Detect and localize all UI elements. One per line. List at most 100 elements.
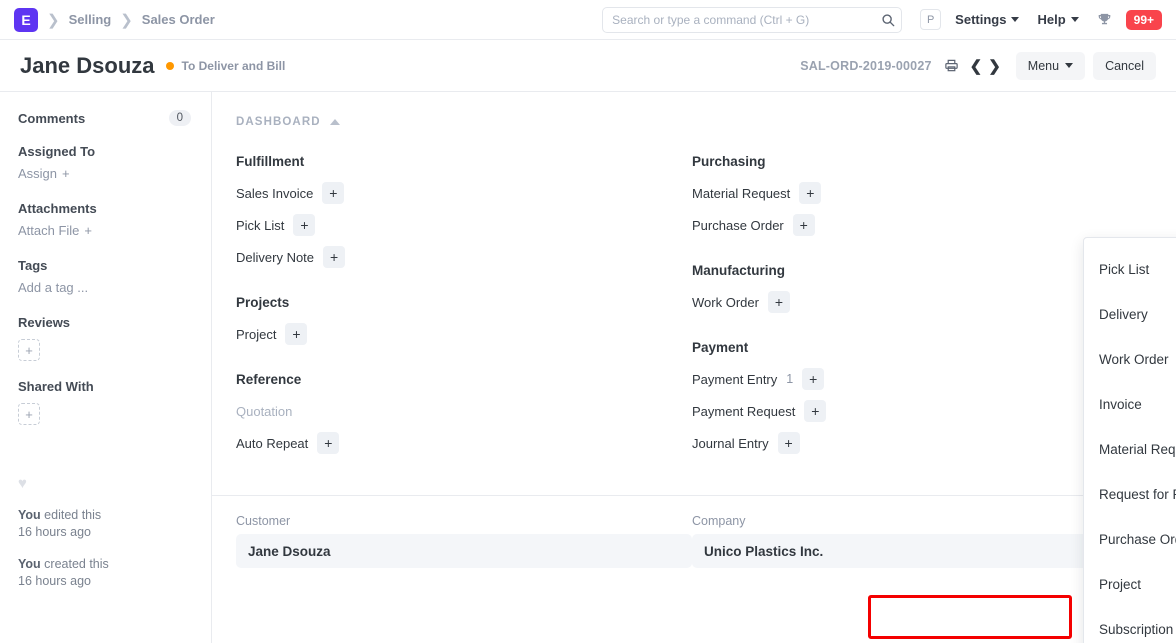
shared-with-label: Shared With bbox=[18, 379, 94, 394]
add-new-button[interactable]: + bbox=[322, 182, 345, 204]
previous-document-button[interactable]: ❮ bbox=[967, 57, 986, 75]
dashboard-link-row: Journal Entry + bbox=[692, 427, 1148, 459]
add-review-button[interactable]: + bbox=[18, 339, 40, 361]
add-new-button[interactable]: + bbox=[799, 182, 822, 204]
create-dropdown-menu: Pick List Delivery Work Order Invoice Materi… bbox=[1083, 237, 1176, 643]
sidebar: Comments 0 Assigned To Assign + Attachme… bbox=[0, 92, 212, 643]
dashboard-columns: Fulfillment Sales Invoice + Pick List + Deliv… bbox=[236, 154, 1152, 481]
dashboard-link[interactable]: Project bbox=[236, 327, 276, 342]
app-logo[interactable]: E bbox=[14, 7, 38, 32]
help-label: Help bbox=[1037, 12, 1066, 27]
create-menu-item[interactable]: Work Order bbox=[1084, 337, 1176, 382]
dashboard-group: Payment Payment Entry 1 + Payment Request + Jo… bbox=[692, 340, 1148, 459]
dashboard-link-row: Payment Request + bbox=[692, 395, 1148, 427]
company-value[interactable]: Unico Plastics Inc. bbox=[692, 534, 1148, 568]
dashboard-group-title: Payment bbox=[692, 340, 749, 355]
activity-actor: You bbox=[18, 557, 41, 571]
create-menu-item[interactable]: Invoice bbox=[1084, 382, 1176, 427]
search-icon[interactable] bbox=[881, 13, 895, 27]
chevron-down-icon bbox=[1011, 17, 1020, 22]
dashboard-group-title: Fulfillment bbox=[236, 154, 305, 169]
dashboard-link-row: Sales Invoice + bbox=[236, 177, 692, 209]
dashboard-title: DASHBOARD bbox=[236, 116, 321, 128]
chevron-down-icon bbox=[1070, 17, 1079, 22]
activity-action: edited this bbox=[44, 508, 102, 522]
sidebar-assigned-to-group: Assigned To Assign + bbox=[18, 144, 191, 183]
add-new-button[interactable]: + bbox=[323, 246, 346, 268]
dashboard-section-header[interactable]: DASHBOARD bbox=[236, 116, 340, 128]
next-document-button[interactable]: ❯ bbox=[985, 57, 1004, 75]
add-shared-user-button[interactable]: + bbox=[18, 403, 40, 425]
activity-edited: You edited this 16 hours ago bbox=[18, 507, 191, 541]
create-menu-item[interactable]: Material Request bbox=[1084, 427, 1176, 472]
breadcrumb-selling[interactable]: Selling bbox=[69, 12, 112, 27]
sidebar-item-comments[interactable]: Comments 0 bbox=[18, 110, 191, 126]
dashboard-link[interactable]: Delivery Note bbox=[236, 250, 314, 265]
create-menu-item[interactable]: Project bbox=[1084, 562, 1176, 607]
add-tag-input[interactable]: Add a tag ... bbox=[18, 280, 88, 295]
dashboard-link[interactable]: Sales Invoice bbox=[236, 186, 313, 201]
add-new-button[interactable]: + bbox=[804, 400, 827, 422]
dashboard-link-row: Purchase Order + bbox=[692, 209, 1148, 241]
global-search[interactable] bbox=[602, 6, 903, 33]
add-new-button[interactable]: + bbox=[285, 323, 308, 345]
dashboard-link[interactable]: Work Order bbox=[692, 295, 759, 310]
settings-menu[interactable]: Settings bbox=[955, 12, 1020, 27]
page-title-bar: Jane Dsouza To Deliver and Bill SAL-ORD-… bbox=[0, 40, 1176, 92]
activity-time: 16 hours ago bbox=[18, 525, 91, 539]
status-indicator-dot bbox=[165, 61, 174, 70]
dashboard-link-row: Quotation bbox=[236, 395, 692, 427]
printer-icon[interactable] bbox=[944, 58, 959, 73]
help-menu[interactable]: Help bbox=[1037, 12, 1079, 27]
top-navbar: E ❯ Selling ❯ Sales Order P Settings Hel… bbox=[0, 0, 1176, 40]
add-new-button[interactable]: + bbox=[767, 291, 790, 313]
dashboard-link[interactable]: Material Request bbox=[692, 186, 790, 201]
comments-count: 0 bbox=[168, 110, 191, 126]
add-new-button[interactable]: + bbox=[802, 368, 825, 390]
search-input[interactable] bbox=[602, 6, 903, 33]
create-menu-item[interactable]: Pick List bbox=[1084, 247, 1176, 292]
cancel-button[interactable]: Cancel bbox=[1093, 51, 1156, 80]
create-menu-item[interactable]: Subscription bbox=[1084, 607, 1176, 643]
activity-action: created this bbox=[44, 557, 109, 571]
attach-file-label: Attach File bbox=[18, 223, 80, 238]
notification-badge[interactable]: 99+ bbox=[1125, 9, 1162, 30]
activity-actor: You bbox=[18, 508, 41, 522]
add-new-button[interactable]: + bbox=[777, 432, 800, 454]
dashboard-group-title: Reference bbox=[236, 372, 302, 387]
sidebar-shared-with-group: Shared With + bbox=[18, 379, 191, 425]
user-avatar[interactable]: P bbox=[920, 9, 942, 30]
dashboard-link[interactable]: Journal Entry bbox=[692, 436, 769, 451]
dashboard-right-column: Purchasing Material Request + Purchase Orde… bbox=[692, 154, 1148, 481]
dashboard-link[interactable]: Pick List bbox=[236, 218, 284, 233]
add-new-button[interactable]: + bbox=[293, 214, 316, 236]
customer-value[interactable]: Jane Dsouza bbox=[236, 534, 692, 568]
attach-file-button[interactable]: Attach File + bbox=[18, 223, 92, 238]
menu-label: Menu bbox=[1027, 58, 1060, 73]
dashboard-link[interactable]: Payment Request bbox=[692, 404, 795, 419]
assigned-to-label: Assigned To bbox=[18, 144, 96, 159]
create-menu-item[interactable]: Purchase Order bbox=[1084, 517, 1176, 562]
breadcrumb-separator-icon: ❯ bbox=[120, 11, 133, 29]
assign-button[interactable]: Assign + bbox=[18, 166, 70, 181]
dashboard-link[interactable]: Purchase Order bbox=[692, 218, 784, 233]
add-new-button[interactable]: + bbox=[792, 214, 815, 236]
breadcrumb-sales-order[interactable]: Sales Order bbox=[142, 12, 215, 27]
customer-field: Customer Jane Dsouza bbox=[236, 514, 692, 568]
activity-time: 16 hours ago bbox=[18, 574, 91, 588]
chevron-up-icon bbox=[329, 119, 340, 125]
dashboard-link[interactable]: Auto Repeat bbox=[236, 436, 308, 451]
create-menu-item[interactable]: Request for Raw Materials bbox=[1084, 472, 1176, 517]
dashboard-section: DASHBOARD Fulfillment Sales Invoice + Pick … bbox=[212, 92, 1176, 481]
sidebar-tags-group: Tags Add a tag ... bbox=[18, 258, 191, 297]
trophy-icon[interactable] bbox=[1097, 12, 1112, 27]
dashboard-link[interactable]: Payment Entry bbox=[692, 372, 777, 387]
menu-button[interactable]: Menu bbox=[1015, 51, 1086, 80]
create-menu-item[interactable]: Delivery bbox=[1084, 292, 1176, 337]
add-new-button[interactable]: + bbox=[317, 432, 340, 454]
breadcrumb-separator-icon: ❯ bbox=[47, 11, 60, 29]
company-field: Company Unico Plastics Inc. bbox=[692, 514, 1148, 568]
page-title: Jane Dsouza bbox=[20, 52, 155, 78]
dashboard-group: Fulfillment Sales Invoice + Pick List + Deliv… bbox=[236, 154, 692, 273]
heart-icon[interactable]: ♥ bbox=[18, 475, 191, 492]
